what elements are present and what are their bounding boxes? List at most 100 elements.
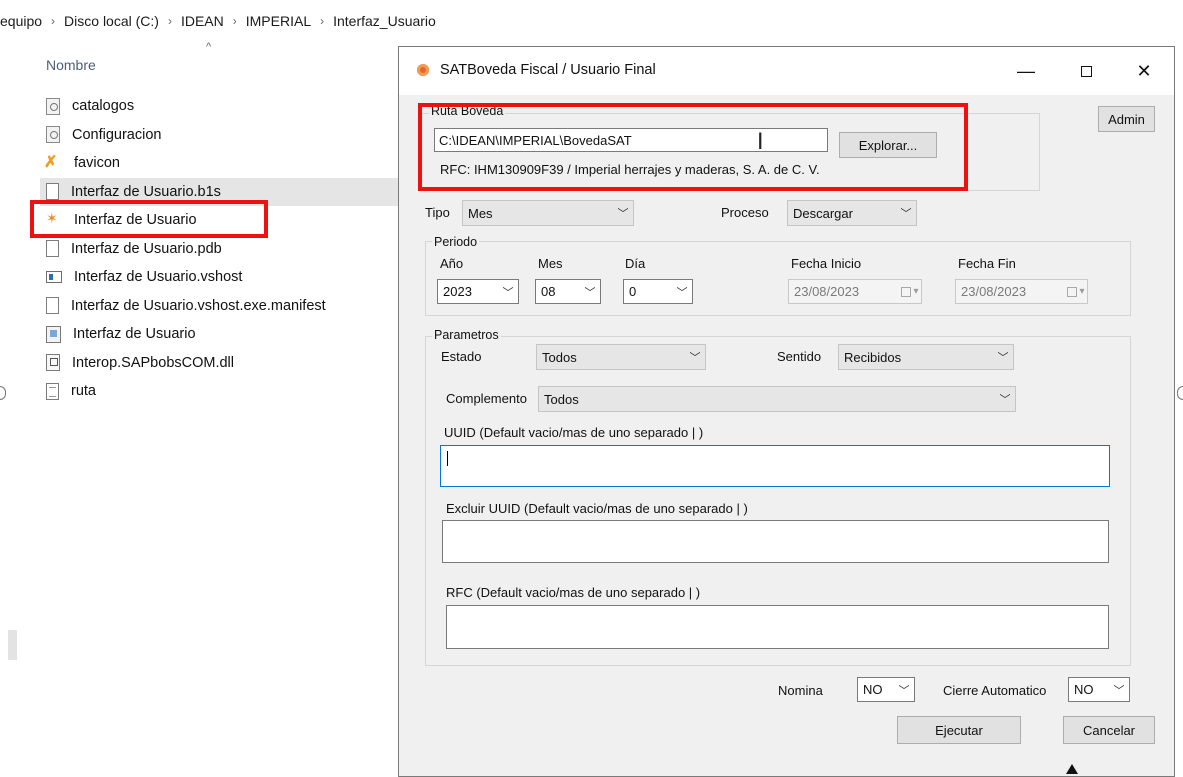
file-item[interactable]: Interfaz de Usuario.pdb xyxy=(40,235,400,264)
minimize-button[interactable]: — xyxy=(1003,55,1049,87)
dia-value: 0 xyxy=(629,284,637,299)
column-header-name[interactable]: Nombre xyxy=(46,57,96,73)
file-name: favicon xyxy=(74,155,120,172)
explorar-button[interactable]: Explorar... xyxy=(839,132,937,158)
calendar-dropdown-icon: ▾ xyxy=(1065,286,1087,297)
breadcrumb-separator-icon: › xyxy=(320,14,325,28)
fecha-inicio-picker[interactable]: 23/08/2023 ▾ xyxy=(788,279,922,304)
fecha-inicio-label: Fecha Inicio xyxy=(791,256,862,271)
breadcrumb-separator-icon: › xyxy=(232,14,237,28)
cierre-automatico-label: Cierre Automatico xyxy=(943,683,1047,698)
ruta-path-input[interactable] xyxy=(434,128,828,152)
file-name: Configuracion xyxy=(72,126,162,143)
file-item[interactable]: Interfaz de Usuario xyxy=(40,320,400,349)
document-icon xyxy=(46,297,59,315)
file-item[interactable]: Interfaz de Usuario.vshost.exe.manifest xyxy=(40,292,400,321)
proceso-label: Proceso xyxy=(721,205,769,220)
admin-button[interactable]: Admin xyxy=(1098,106,1155,132)
tipo-label: Tipo xyxy=(425,205,450,220)
file-item[interactable]: Interfaz de Usuario.vshost xyxy=(40,263,400,292)
file-name: Interfaz de Usuario xyxy=(73,326,196,343)
sentido-select[interactable]: Recibidos ﹀ xyxy=(838,344,1014,370)
breadcrumb-item[interactable]: equipo xyxy=(0,13,42,29)
file-name: Interop.SAPbobsCOM.dll xyxy=(72,354,234,371)
dll-icon xyxy=(46,354,60,372)
sentido-label: Sentido xyxy=(777,349,822,364)
nomina-value: NO xyxy=(863,682,883,697)
cierre-automatico-select[interactable]: NO ﹀ xyxy=(1068,677,1130,702)
file-item[interactable]: catalogos xyxy=(40,92,400,121)
chevron-down-icon: ﹀ xyxy=(584,286,596,299)
close-button[interactable]: ✕ xyxy=(1121,55,1167,87)
chevron-down-icon: ﹀ xyxy=(676,286,688,299)
mouse-pointer-icon xyxy=(1066,764,1078,774)
sort-ascending-icon: ^ xyxy=(206,41,212,53)
parametros-legend: Parametros xyxy=(432,328,501,342)
text-caret xyxy=(447,451,448,466)
complemento-value: Todos xyxy=(544,391,579,407)
nomina-select[interactable]: NO ﹀ xyxy=(857,677,915,702)
file-item[interactable]: ruta xyxy=(40,377,400,406)
breadcrumb-item[interactable]: IMPERIAL xyxy=(246,13,311,29)
breadcrumb-item[interactable]: IDEAN xyxy=(181,13,224,29)
cancelar-button[interactable]: Cancelar xyxy=(1063,716,1155,744)
maximize-button[interactable] xyxy=(1063,55,1109,87)
scrollbar-thumb[interactable] xyxy=(8,630,17,660)
window-title: SATBoveda Fiscal / Usuario Final xyxy=(440,62,656,78)
proceso-select[interactable]: Descargar ﹀ xyxy=(787,200,917,226)
breadcrumb-item[interactable]: Interfaz_Usuario xyxy=(333,13,436,29)
anio-label: Año xyxy=(440,256,464,271)
mes-value: 08 xyxy=(541,284,556,299)
breadcrumb[interactable]: equipo › Disco local (C:) › IDEAN › IMPE… xyxy=(0,10,700,32)
ejecutar-button[interactable]: Ejecutar xyxy=(897,716,1021,744)
tipo-select[interactable]: Mes ﹀ xyxy=(462,200,634,226)
dotnet-config-icon xyxy=(46,325,61,343)
rfc-input[interactable] xyxy=(446,605,1109,649)
ruta-boveda-legend: Ruta Boveda xyxy=(429,104,506,118)
title-bar[interactable]: SATBoveda Fiscal / Usuario Final — ✕ xyxy=(399,47,1174,95)
sentido-value: Recibidos xyxy=(844,349,902,365)
nomina-label: Nomina xyxy=(778,683,823,698)
mes-label: Mes xyxy=(538,256,563,271)
chevron-down-icon: ﹀ xyxy=(1113,684,1125,697)
config-file-icon xyxy=(46,97,60,115)
file-item[interactable]: Interop.SAPbobsCOM.dll xyxy=(40,349,400,378)
complemento-select[interactable]: Todos ﹀ xyxy=(538,386,1016,412)
uuid-input[interactable] xyxy=(440,445,1110,487)
chevron-down-icon: ﹀ xyxy=(617,208,629,220)
file-item[interactable]: Interfaz de Usuario xyxy=(40,206,400,235)
file-item[interactable]: Interfaz de Usuario.b1s xyxy=(40,177,400,206)
chevron-down-icon: ﹀ xyxy=(997,352,1009,364)
rfc-company-text: RFC: IHM130909F39 / Imperial herrajes y … xyxy=(440,162,820,177)
text-file-icon xyxy=(46,382,59,400)
anio-select[interactable]: 2023 ﹀ xyxy=(437,279,519,304)
file-name: Interfaz de Usuario xyxy=(74,212,197,229)
resize-handle-icon xyxy=(1177,386,1183,400)
document-icon xyxy=(46,240,59,258)
fecha-fin-label: Fecha Fin xyxy=(958,256,1016,271)
chevron-down-icon: ﹀ xyxy=(502,286,514,299)
excluir-uuid-input[interactable] xyxy=(442,520,1109,563)
mes-select[interactable]: 08 ﹀ xyxy=(535,279,601,304)
dia-select[interactable]: 0 ﹀ xyxy=(623,279,693,304)
estado-value: Todos xyxy=(542,349,577,365)
config-file-icon xyxy=(46,126,60,144)
uuid-label: UUID (Default vacio/mas de uno separado … xyxy=(444,425,704,440)
breadcrumb-item[interactable]: Disco local (C:) xyxy=(64,13,159,29)
anio-value: 2023 xyxy=(443,284,472,299)
fecha-fin-picker[interactable]: 23/08/2023 ▾ xyxy=(955,279,1088,304)
maximize-icon xyxy=(1080,65,1092,77)
complemento-label: Complemento xyxy=(446,391,527,406)
chevron-down-icon: ﹀ xyxy=(900,208,912,220)
dia-label: Día xyxy=(625,256,646,271)
file-item[interactable]: Configuracion xyxy=(40,121,400,150)
breadcrumb-separator-icon: › xyxy=(167,14,172,28)
favicon-icon xyxy=(44,152,62,172)
estado-select[interactable]: Todos ﹀ xyxy=(536,344,706,370)
file-list: catalogos Configuracion favicon Interfaz… xyxy=(40,92,400,406)
fecha-inicio-value: 23/08/2023 xyxy=(794,284,860,299)
estado-label: Estado xyxy=(441,349,482,364)
chevron-down-icon: ﹀ xyxy=(898,684,910,697)
file-name: catalogos xyxy=(72,98,135,115)
file-item[interactable]: favicon xyxy=(40,149,400,178)
